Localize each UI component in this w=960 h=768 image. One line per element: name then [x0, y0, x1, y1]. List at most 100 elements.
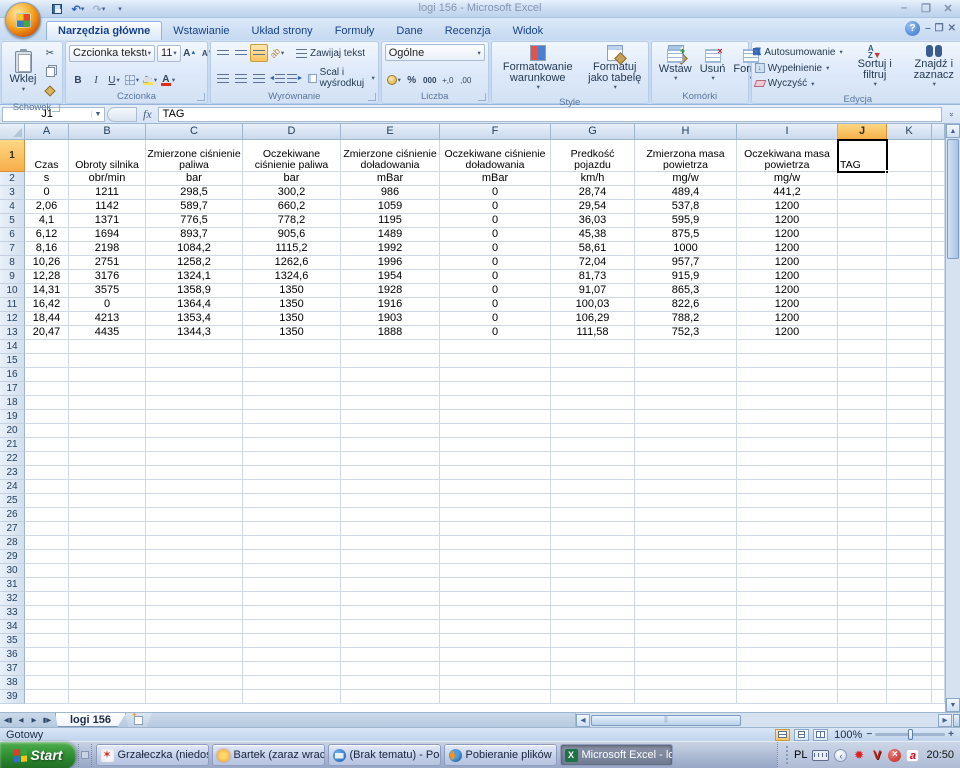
cell-G18[interactable] — [551, 396, 635, 410]
cell-J32[interactable] — [838, 592, 887, 606]
cell-A4[interactable]: 2,06 — [25, 200, 69, 214]
cell-F20[interactable] — [440, 424, 551, 438]
cell-G1[interactable]: Predkość pojazdu — [551, 140, 635, 172]
cell-G25[interactable] — [551, 494, 635, 508]
next-sheet-button[interactable]: ▶ — [28, 714, 40, 726]
workbook-minimize-button[interactable]: – — [925, 23, 931, 34]
cell-I30[interactable] — [737, 564, 838, 578]
cell-A3[interactable]: 0 — [25, 186, 69, 200]
cell-A23[interactable] — [25, 466, 69, 480]
keyboard-icon[interactable] — [812, 750, 829, 761]
cell-D38[interactable] — [243, 676, 341, 690]
conditional-formatting-button[interactable]: Formatowanie warunkowe▾ — [495, 44, 581, 95]
cell-K21[interactable] — [887, 438, 932, 452]
cell-D14[interactable] — [243, 340, 341, 354]
cell-J30[interactable] — [838, 564, 887, 578]
cell-partial[interactable] — [932, 508, 945, 522]
row-header-28[interactable]: 28 — [0, 536, 25, 550]
insert-worksheet-button[interactable] — [126, 713, 152, 727]
cell-B20[interactable] — [69, 424, 146, 438]
align-middle-button[interactable] — [232, 44, 250, 62]
cell-K28[interactable] — [887, 536, 932, 550]
cell-F31[interactable] — [440, 578, 551, 592]
cell-J23[interactable] — [838, 466, 887, 480]
cell-D31[interactable] — [243, 578, 341, 592]
cell-K36[interactable] — [887, 648, 932, 662]
cell-H30[interactable] — [635, 564, 737, 578]
cell-B14[interactable] — [69, 340, 146, 354]
cell-F27[interactable] — [440, 522, 551, 536]
cell-B27[interactable] — [69, 522, 146, 536]
cell-I33[interactable] — [737, 606, 838, 620]
cell-K26[interactable] — [887, 508, 932, 522]
decrease-indent-button[interactable]: ◄ — [268, 69, 286, 87]
cell-D9[interactable]: 1324,6 — [243, 270, 341, 284]
cell-H11[interactable]: 822,6 — [635, 298, 737, 312]
zoom-thumb[interactable] — [908, 729, 913, 740]
row-header-1[interactable]: 1 — [0, 140, 25, 172]
cell-A13[interactable]: 20,47 — [25, 326, 69, 340]
cell-E14[interactable] — [341, 340, 440, 354]
cell-partial[interactable] — [932, 368, 945, 382]
cell-H7[interactable]: 1000 — [635, 242, 737, 256]
cell-H16[interactable] — [635, 368, 737, 382]
cell-I36[interactable] — [737, 648, 838, 662]
row-header-16[interactable]: 16 — [0, 368, 25, 382]
row-header-26[interactable]: 26 — [0, 508, 25, 522]
cell-E34[interactable] — [341, 620, 440, 634]
cell-A24[interactable] — [25, 480, 69, 494]
cell-G23[interactable] — [551, 466, 635, 480]
prev-sheet-button[interactable]: ◀ — [15, 714, 27, 726]
cell-B36[interactable] — [69, 648, 146, 662]
cell-K5[interactable] — [887, 214, 932, 228]
scroll-right-button[interactable]: ▶ — [938, 714, 952, 727]
first-sheet-button[interactable]: ◀▮ — [2, 714, 14, 726]
cell-D2[interactable]: bar — [243, 172, 341, 186]
column-header-I[interactable]: I — [737, 124, 838, 140]
sheet-tab-logi-156[interactable]: logi 156 — [55, 713, 126, 727]
close-button[interactable]: ✕ — [940, 2, 956, 15]
cell-K2[interactable] — [887, 172, 932, 186]
tab-formuly[interactable]: Formuły — [324, 22, 386, 40]
cell-J17[interactable] — [838, 382, 887, 396]
cell-H2[interactable]: mg/w — [635, 172, 737, 186]
workbook-restore-button[interactable]: ❐ — [935, 23, 944, 34]
cell-H38[interactable] — [635, 676, 737, 690]
cell-G11[interactable]: 100,03 — [551, 298, 635, 312]
cell-A39[interactable] — [25, 690, 69, 704]
cell-K37[interactable] — [887, 662, 932, 676]
cell-A34[interactable] — [25, 620, 69, 634]
cell-B13[interactable]: 4435 — [69, 326, 146, 340]
cell-K35[interactable] — [887, 634, 932, 648]
cell-H31[interactable] — [635, 578, 737, 592]
cell-J8[interactable] — [838, 256, 887, 270]
cell-G8[interactable]: 72,04 — [551, 256, 635, 270]
cell-I31[interactable] — [737, 578, 838, 592]
cell-E33[interactable] — [341, 606, 440, 620]
cell-I26[interactable] — [737, 508, 838, 522]
cell-partial[interactable] — [932, 354, 945, 368]
cell-F26[interactable] — [440, 508, 551, 522]
cell-H33[interactable] — [635, 606, 737, 620]
format-as-table-button[interactable]: Formatuj jako tabelę▾ — [581, 44, 649, 95]
cell-A10[interactable]: 14,31 — [25, 284, 69, 298]
cell-C33[interactable] — [146, 606, 243, 620]
fill-button[interactable]: ↓Wypełnienie▾ — [755, 63, 843, 74]
cell-partial[interactable] — [932, 214, 945, 228]
cell-partial[interactable] — [932, 438, 945, 452]
cell-I7[interactable]: 1200 — [737, 242, 838, 256]
cell-partial[interactable] — [932, 634, 945, 648]
cell-F7[interactable]: 0 — [440, 242, 551, 256]
cell-F19[interactable] — [440, 410, 551, 424]
cell-C30[interactable] — [146, 564, 243, 578]
cell-I18[interactable] — [737, 396, 838, 410]
cell-K12[interactable] — [887, 312, 932, 326]
cell-F37[interactable] — [440, 662, 551, 676]
cell-J25[interactable] — [838, 494, 887, 508]
tray-gadu-icon[interactable] — [852, 749, 865, 762]
clear-button[interactable]: Wyczyść▾ — [755, 78, 843, 89]
cell-B37[interactable] — [69, 662, 146, 676]
cell-partial[interactable] — [932, 172, 945, 186]
cell-K33[interactable] — [887, 606, 932, 620]
cell-D39[interactable] — [243, 690, 341, 704]
